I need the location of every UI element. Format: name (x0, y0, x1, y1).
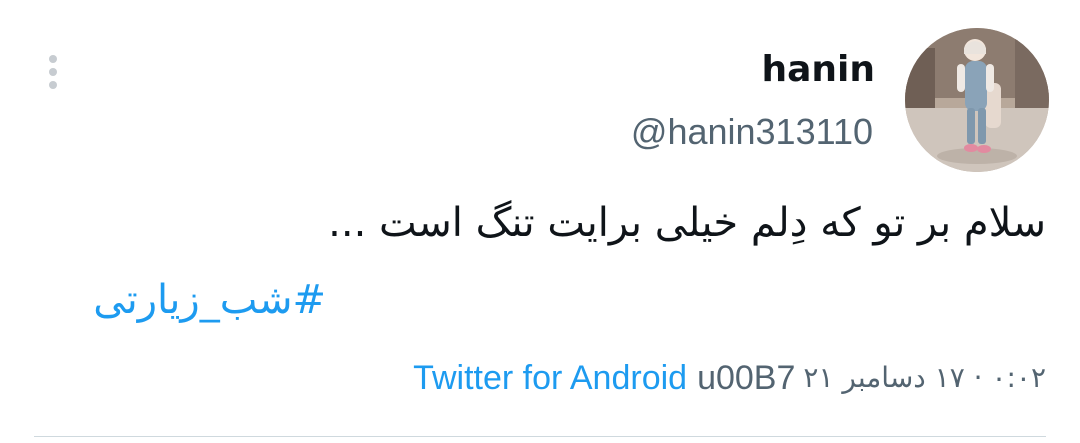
more-vertical-icon-dot (49, 81, 57, 89)
source-link[interactable]: Twitter for Android (413, 356, 687, 400)
author-handle[interactable]: @hanin313110 (631, 110, 873, 154)
more-vertical-icon-dot (49, 68, 57, 76)
tweet-text: سلام بر تو که دِلم خیلی برایت تنگ است ..… (328, 200, 1046, 246)
more-vertical-icon (49, 55, 57, 63)
timestamp[interactable]: ۰:۰۲ · ۱۷ دسامبر ۲۱ (803, 356, 1046, 400)
more-options-button[interactable] (40, 52, 68, 92)
profile-photo-child-icon (905, 28, 1049, 172)
divider (34, 436, 1046, 437)
source-separator: u00B7 (697, 359, 796, 397)
tweet-meta: Twitter for Android u00B7 ۰:۰۲ · ۱۷ دسام… (413, 356, 1046, 400)
tweet-card: hanin @hanin313110 سلام بر تو که دِلم خی… (0, 0, 1080, 443)
author-display-name[interactable]: hanin (761, 48, 875, 92)
hashtag-link[interactable]: #شب_زیارتی (93, 272, 326, 328)
avatar[interactable] (905, 28, 1049, 172)
